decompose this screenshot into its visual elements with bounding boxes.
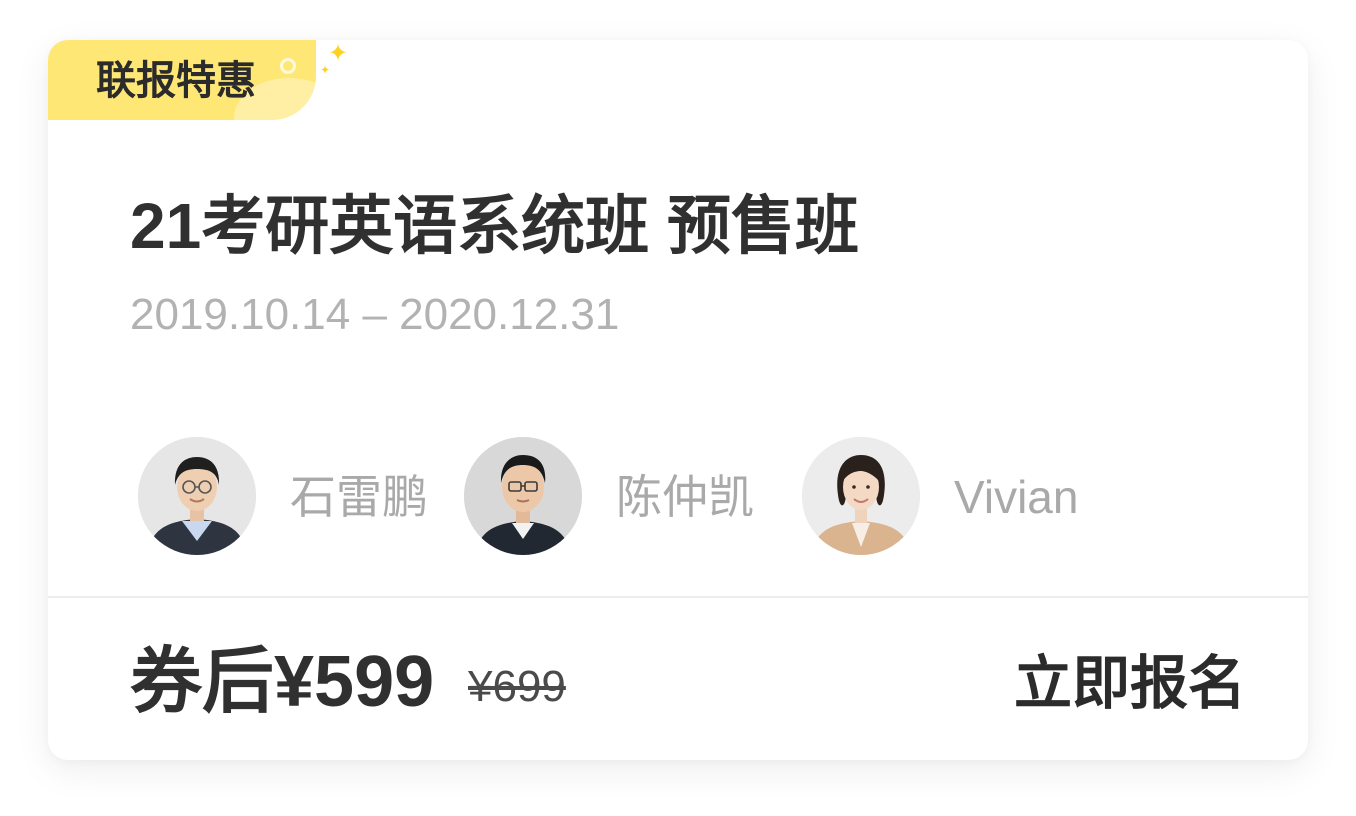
teacher-avatar-photo-icon xyxy=(138,437,256,555)
teacher-item[interactable]: 石雷鹏 xyxy=(138,437,458,557)
coupon-price: 券后¥599 xyxy=(130,642,435,722)
teacher-name: 陈仲凯 xyxy=(616,471,754,523)
teacher-avatar xyxy=(464,437,582,555)
course-title: 21考研英语系统班 预售班 xyxy=(130,190,859,262)
promo-badge: 联报特惠 xyxy=(48,40,316,120)
teacher-item[interactable]: 陈仲凯 xyxy=(464,437,784,557)
sparkle-icon: ✦ xyxy=(328,40,349,67)
teacher-avatar-photo-icon xyxy=(464,437,582,555)
badge-decoration-ring xyxy=(280,58,296,74)
course-card[interactable]: 联报特惠 ✦ ✦ 21考研英语系统班 预售班 2019.10.14 – 2020… xyxy=(48,40,1308,760)
original-price: ¥699 xyxy=(468,662,566,711)
course-date-range: 2019.10.14 – 2020.12.31 xyxy=(130,290,620,339)
promo-badge-label: 联报特惠 xyxy=(96,59,256,103)
teacher-item[interactable]: Vivian xyxy=(802,437,1142,557)
teacher-avatar-photo-icon xyxy=(802,437,920,555)
enroll-button[interactable]: 立即报名 xyxy=(1014,652,1246,716)
teacher-name: Vivian xyxy=(954,471,1079,523)
teacher-avatar xyxy=(138,437,256,555)
card-divider xyxy=(48,596,1308,598)
sparkle-small-icon: ✦ xyxy=(320,63,331,77)
teacher-avatar xyxy=(802,437,920,555)
teacher-name: 石雷鹏 xyxy=(290,471,428,523)
